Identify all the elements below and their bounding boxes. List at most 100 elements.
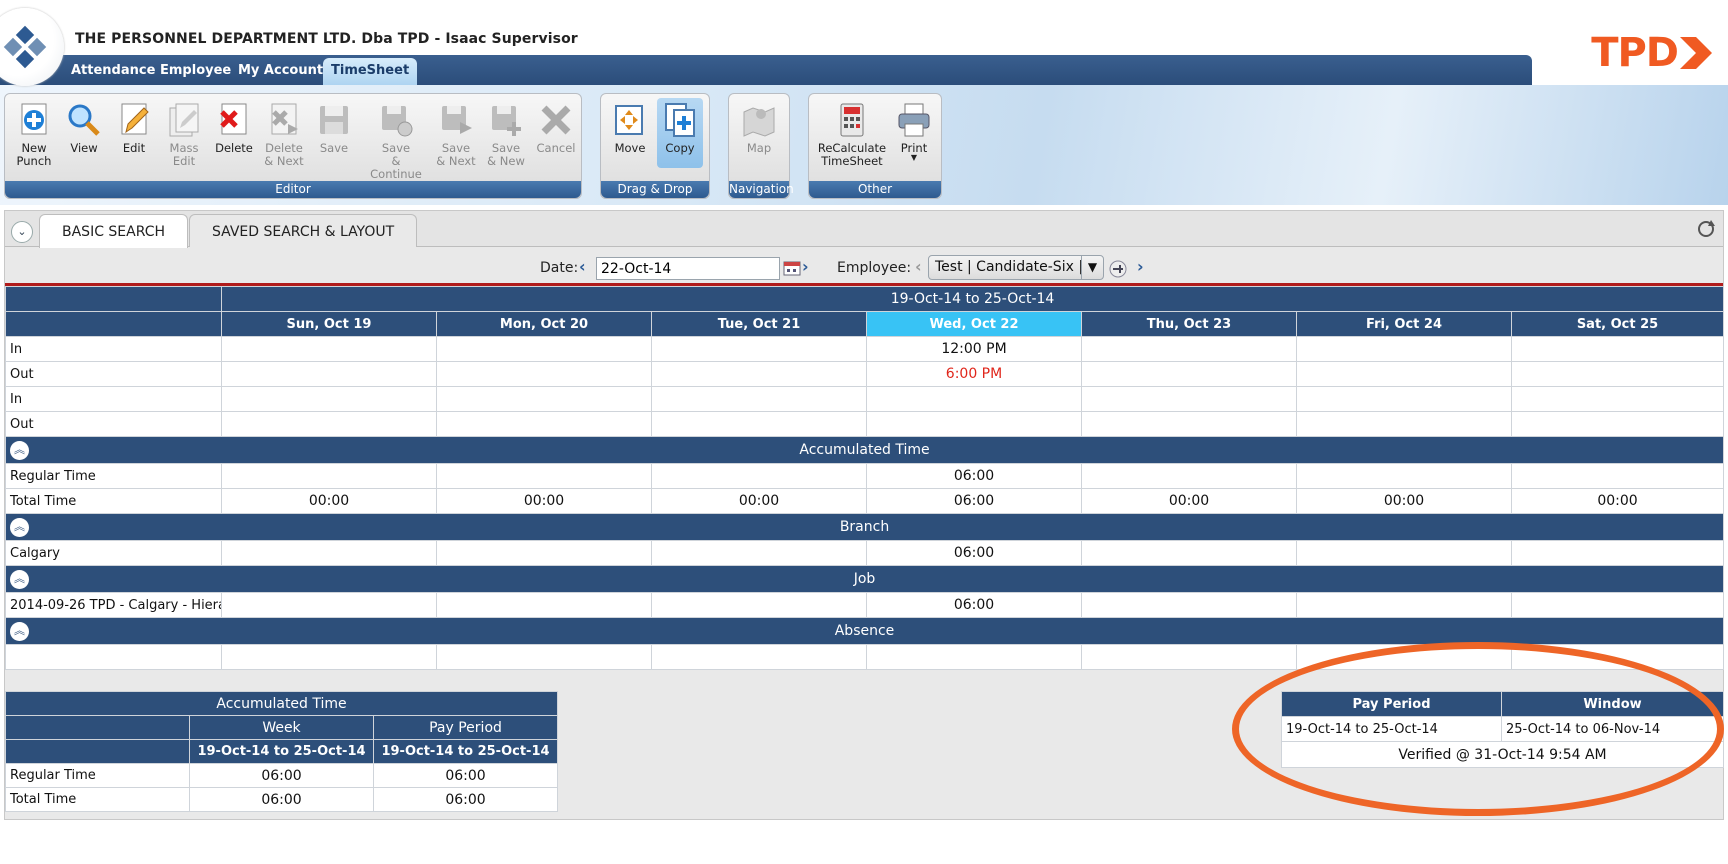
section-title: Absence (834, 623, 895, 639)
time-cell: 06:00 (372, 763, 559, 788)
punch-cell[interactable] (1081, 361, 1297, 387)
punch-cell[interactable] (1510, 386, 1725, 412)
print-button[interactable]: Print ▼ (891, 98, 937, 162)
punch-cell[interactable] (1510, 411, 1725, 437)
nav-my-account[interactable]: My Account (238, 63, 323, 78)
date-prev-icon[interactable]: ‹ (579, 257, 586, 276)
punch-cell[interactable]: 12:00 PM (866, 336, 1082, 362)
day-header[interactable]: Sun, Oct 19 (221, 311, 437, 337)
punch-cell[interactable] (221, 361, 437, 387)
nav-attendance[interactable]: Attendance (71, 63, 155, 78)
collapse-section-icon[interactable]: ︽ (10, 441, 29, 460)
save-next-button[interactable]: Save & Next (433, 98, 479, 168)
day-header[interactable]: Fri, Oct 24 (1296, 311, 1512, 337)
punch-cell[interactable] (1296, 361, 1512, 387)
row-label: In (5, 386, 222, 412)
time-cell: 00:00 (1081, 488, 1297, 514)
chevron-down-icon[interactable]: ▼ (1081, 256, 1103, 279)
collapse-section-icon[interactable]: ︽ (10, 518, 29, 537)
punch-cell-out[interactable]: 6:00 PM (866, 361, 1082, 387)
punch-cell[interactable] (651, 336, 867, 362)
mass-edit-button[interactable]: Mass Edit (161, 98, 207, 168)
corner-cell (5, 286, 222, 312)
app-title: THE PERSONNEL DEPARTMENT LTD. Dba TPD - … (75, 31, 578, 47)
recalculate-timesheet-button[interactable]: ReCalculate TimeSheet (815, 98, 889, 168)
collapse-section-icon[interactable]: ︽ (10, 570, 29, 589)
verified-status: Verified @ 31-Oct-14 9:54 AM (1281, 741, 1724, 768)
punch-cell[interactable] (221, 411, 437, 437)
punch-cell[interactable] (1081, 336, 1297, 362)
brand-text: TPD (1591, 30, 1679, 76)
punch-cell[interactable] (866, 386, 1082, 412)
date-input[interactable] (596, 257, 780, 280)
tab-basic-search[interactable]: BASIC SEARCH (39, 214, 189, 248)
nav-timesheet[interactable]: TimeSheet (323, 58, 418, 85)
tab-saved-search-layout[interactable]: SAVED SEARCH & LAYOUT (189, 214, 418, 247)
punch-cell[interactable] (1081, 386, 1297, 412)
delete-next-button[interactable]: Delete & Next (261, 98, 307, 168)
employee-list-icon[interactable] (1109, 260, 1127, 278)
refresh-icon[interactable] (1695, 218, 1717, 240)
edit-button[interactable]: Edit (111, 98, 157, 155)
calendar-icon[interactable] (783, 260, 801, 276)
week-header: Week (189, 715, 374, 740)
time-cell: 00:00 (651, 488, 867, 514)
collapse-section-icon[interactable]: ︽ (10, 622, 29, 641)
punch-cell[interactable] (651, 386, 867, 412)
punch-cell[interactable] (1081, 411, 1297, 437)
time-cell (221, 644, 437, 670)
move-icon (615, 105, 643, 135)
pay-period-table: Pay Period Window 19-Oct-14 to 25-Oct-14… (1281, 691, 1724, 768)
day-header[interactable]: Thu, Oct 23 (1081, 311, 1297, 337)
punch-cell[interactable] (221, 386, 437, 412)
move-button[interactable]: Move (607, 98, 653, 155)
day-header[interactable]: Mon, Oct 20 (436, 311, 652, 337)
day-header[interactable]: Sat, Oct 25 (1510, 311, 1725, 337)
punch-cell[interactable] (866, 411, 1082, 437)
punch-cell[interactable] (651, 361, 867, 387)
punch-cell[interactable] (436, 336, 652, 362)
punch-cell[interactable] (221, 336, 437, 362)
date-next-icon[interactable]: › (802, 257, 809, 276)
timesheet-panel: ⌄ BASIC SEARCH SAVED SEARCH & LAYOUT Dat… (4, 210, 1725, 820)
table-row: 2014-09-26 TPD - Calgary - Hierar 06:00 (5, 592, 1725, 618)
save-new-button[interactable]: Save & New (483, 98, 529, 168)
nav-employee[interactable]: Employee (160, 63, 231, 78)
other-caption: Other (809, 181, 941, 198)
punch-cell[interactable] (436, 361, 652, 387)
new-punch-button[interactable]: New Punch (11, 98, 57, 168)
employee-select[interactable]: Test | Candidate-Six | ▼ (928, 255, 1104, 280)
punch-cell[interactable] (436, 386, 652, 412)
accumulated-summary-table: Accumulated Time Week Pay Period 19-Oct-… (4, 691, 559, 812)
day-header-today[interactable]: Wed, Oct 22 (866, 311, 1082, 337)
time-cell: 06:00 (866, 488, 1082, 514)
print-dropdown-icon[interactable]: ▼ (891, 154, 937, 162)
map-button[interactable]: Map (736, 98, 782, 155)
collapse-search-icon[interactable]: ⌄ (11, 221, 33, 243)
ribbon-toolbar: New Punch View Edit Mass Edit Delete Delet… (0, 85, 1728, 205)
employee-prev-icon[interactable]: ‹ (915, 257, 922, 276)
punch-cell[interactable] (651, 411, 867, 437)
delete-button[interactable]: Delete (211, 98, 257, 155)
punch-cell[interactable] (1510, 361, 1725, 387)
punch-cell[interactable] (1510, 336, 1725, 362)
view-button[interactable]: View (61, 98, 107, 155)
save-button[interactable]: Save (311, 98, 357, 155)
punch-cell[interactable] (436, 411, 652, 437)
time-cell: 06:00 (866, 463, 1082, 489)
pay-period-value: 19-Oct-14 to 25-Oct-14 (1281, 716, 1502, 742)
employee-next-icon[interactable]: › (1137, 257, 1144, 276)
punch-cell[interactable] (1296, 411, 1512, 437)
copy-button[interactable]: Copy (657, 98, 703, 168)
time-cell: 06:00 (372, 787, 559, 812)
punch-cell[interactable] (1296, 386, 1512, 412)
time-cell (436, 463, 652, 489)
cancel-button[interactable]: Cancel (533, 98, 579, 155)
time-cell (651, 463, 867, 489)
day-header[interactable]: Tue, Oct 21 (651, 311, 867, 337)
save-continue-icon (382, 106, 413, 137)
main-nav: Attendance Employee My Account TimeSheet (0, 55, 1532, 85)
punch-cell[interactable] (1296, 336, 1512, 362)
save-continue-button[interactable]: Save & Continue (367, 98, 425, 181)
edit-icon (121, 103, 149, 135)
